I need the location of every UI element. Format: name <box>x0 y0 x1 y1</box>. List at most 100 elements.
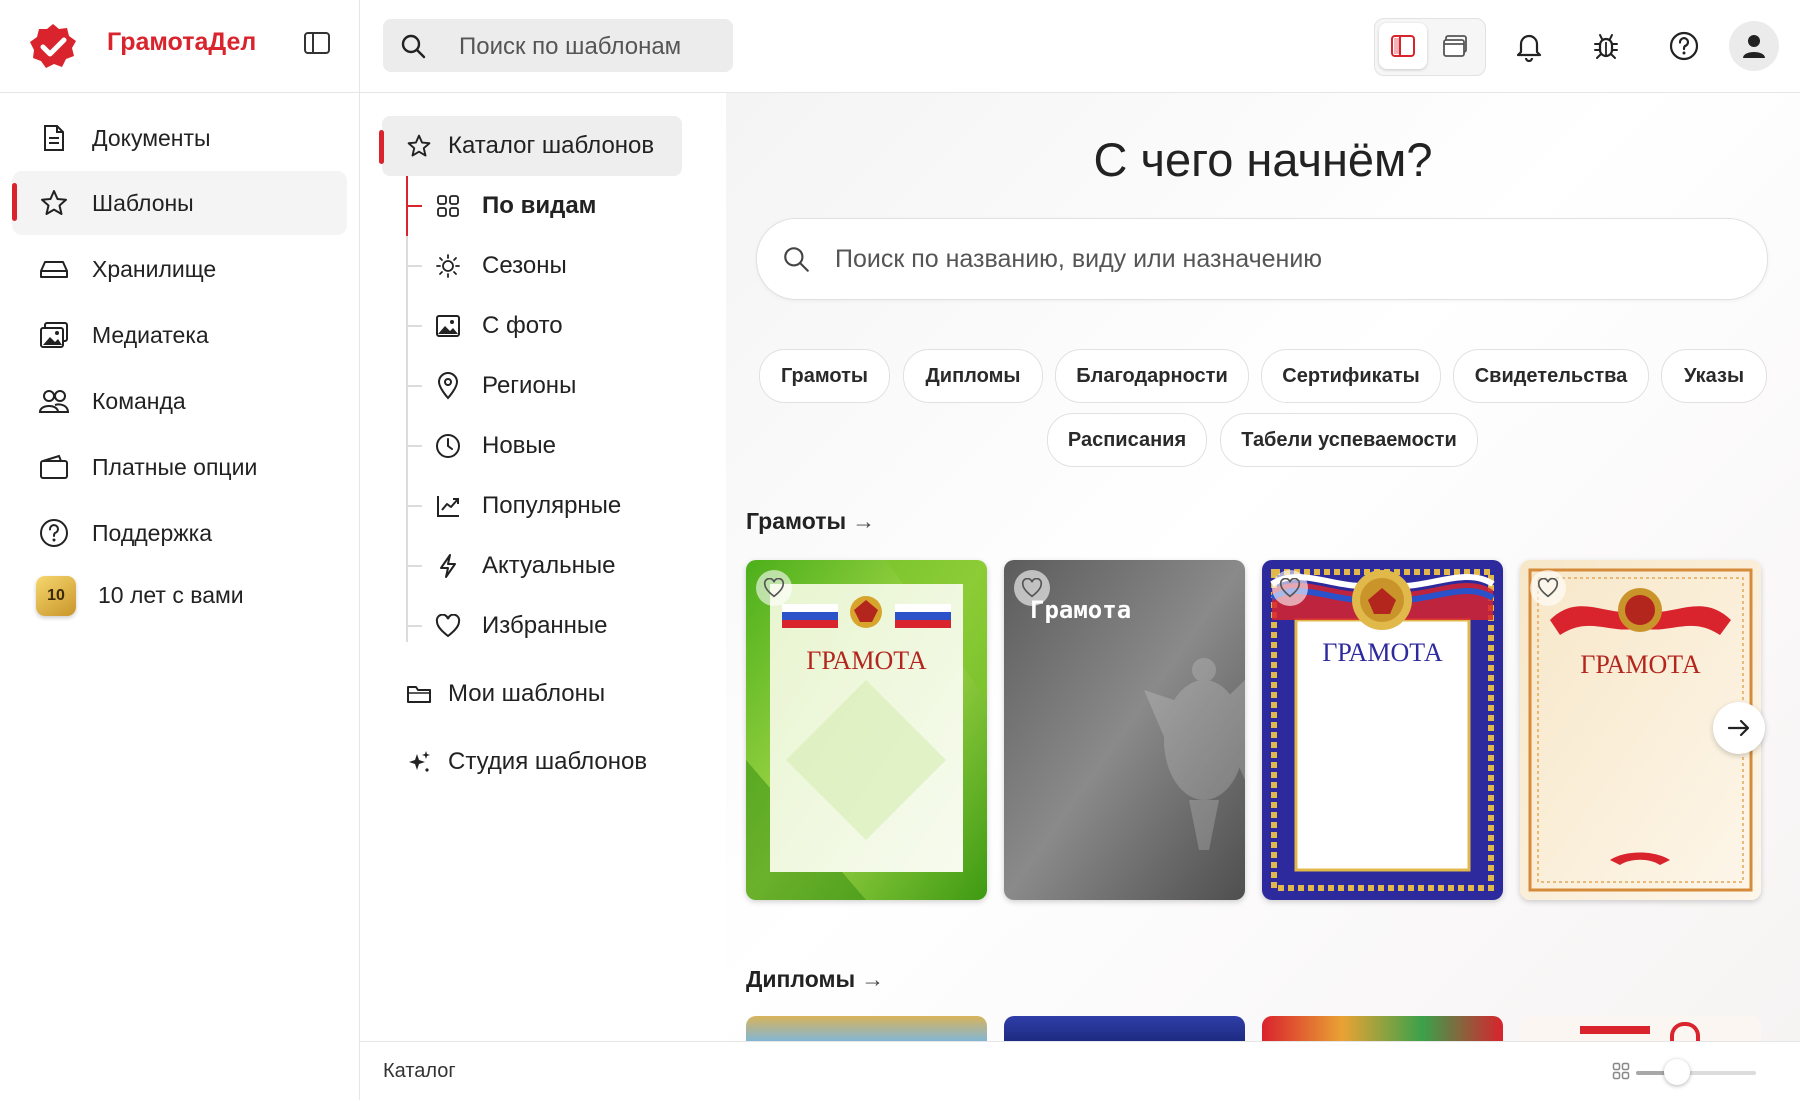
zoom-slider-thumb[interactable] <box>1664 1059 1691 1085</box>
chip-svidetelstva[interactable]: Свидетельства <box>1453 349 1649 403</box>
tree-tick <box>408 445 422 447</box>
bug-icon <box>1594 34 1618 59</box>
favorite-button[interactable] <box>756 570 792 606</box>
template-studio-label: Студия шаблонов <box>448 748 648 775</box>
arrow-right-icon: → <box>861 966 885 992</box>
sun-icon <box>433 251 463 281</box>
template-card[interactable]: ГРАМОТА <box>746 560 987 900</box>
template-card[interactable]: Грамота <box>1004 560 1245 900</box>
notifications-button[interactable] <box>1509 26 1549 66</box>
sidebar-item-label: Хранилище <box>92 256 217 282</box>
main-search-input[interactable]: Поиск по названию, виду или назначению <box>756 218 1768 300</box>
view-toggle <box>1374 18 1486 76</box>
window-view-button[interactable] <box>1431 23 1479 69</box>
photo-icon <box>433 311 463 341</box>
catalog-item-label: Регионы <box>482 372 577 399</box>
search-icon <box>401 34 426 59</box>
heart-icon <box>433 611 463 641</box>
tree-tick <box>408 505 422 507</box>
sidebar-item-templates[interactable]: Шаблоны <box>12 171 347 235</box>
diploma-card-preview[interactable] <box>1520 1016 1761 1042</box>
chip-diplomy[interactable]: Дипломы <box>903 349 1043 403</box>
clock-icon <box>433 431 463 461</box>
sparkle-icon <box>404 747 434 777</box>
template-studio-item[interactable]: Студия шаблонов <box>382 734 682 790</box>
sidebar-item-documents[interactable]: Документы <box>12 106 347 170</box>
sidebar-view-button[interactable] <box>1379 23 1427 69</box>
chip-tabeli[interactable]: Табели успеваемости <box>1220 413 1478 467</box>
diploma-card-preview[interactable] <box>746 1016 987 1042</box>
chip-raspisaniya[interactable]: Расписания <box>1047 413 1207 467</box>
catalog-item-with-photo[interactable]: С фото <box>430 298 690 354</box>
tree-tick <box>408 205 422 207</box>
search-placeholder: Поиск по названию, виду или назначению <box>835 245 1323 273</box>
sidebar-item-support[interactable]: Поддержка <box>12 501 347 565</box>
tree-tick <box>408 625 422 627</box>
catalog-item-favorites[interactable]: Избранные <box>430 598 690 654</box>
sidebar-item-label: Медиатека <box>92 322 209 348</box>
section-title-diplomy[interactable]: Дипломы → <box>746 966 884 993</box>
sidebar-item-paid-options[interactable]: Платные опции <box>12 435 347 499</box>
heart-icon <box>763 578 785 598</box>
catalog-item-regions[interactable]: Регионы <box>430 358 690 414</box>
wallet-icon <box>38 451 70 483</box>
section-title-gramoty[interactable]: Грамоты → <box>746 508 875 535</box>
folder-icon <box>404 679 434 709</box>
diploma-card-preview[interactable] <box>1262 1016 1503 1042</box>
location-icon <box>433 371 463 401</box>
arrow-right-icon: → <box>852 508 876 534</box>
bug-report-button[interactable] <box>1586 26 1626 66</box>
catalog-item-relevant[interactable]: Актуальные <box>430 538 690 594</box>
sidebar-item-media[interactable]: Медиатека <box>12 303 347 367</box>
catalog-item-by-type[interactable]: По видам <box>430 178 690 234</box>
bell-icon <box>1516 34 1542 62</box>
catalog-item-new[interactable]: Новые <box>430 418 690 474</box>
grid-icon[interactable] <box>1612 1062 1630 1080</box>
heart-icon <box>1279 578 1301 598</box>
sidebar-view-icon <box>1391 35 1415 57</box>
trend-icon <box>433 491 463 521</box>
template-card[interactable]: ГРАМОТА <box>1262 560 1503 900</box>
sidebar-item-team[interactable]: Команда <box>12 369 347 433</box>
card-title: ГРАМОТА <box>806 646 927 675</box>
card-decor <box>1580 1026 1650 1034</box>
user-avatar[interactable] <box>1729 21 1779 71</box>
heart-icon <box>1537 578 1559 598</box>
catalog-item-popular[interactable]: Популярные <box>430 478 690 534</box>
chip-sertifikaty[interactable]: Сертификаты <box>1261 349 1441 403</box>
favorite-button[interactable] <box>1272 570 1308 606</box>
chip-blagodarnosti[interactable]: Благодарности <box>1055 349 1249 403</box>
card-title: ГРАМОТА <box>1322 638 1443 667</box>
chip-ukazy[interactable]: Указы <box>1661 349 1767 403</box>
catalog-item-label: Актуальные <box>482 552 616 579</box>
catalog-root-label: Каталог шаблонов <box>448 132 655 159</box>
storage-icon <box>38 253 70 285</box>
app-logo[interactable] <box>28 22 78 72</box>
star-icon <box>404 131 434 161</box>
help-button[interactable] <box>1664 26 1704 66</box>
document-icon <box>38 122 70 154</box>
help-icon <box>1669 31 1699 61</box>
chip-gramoty[interactable]: Грамоты <box>759 349 890 403</box>
carousel-next-button[interactable] <box>1713 702 1765 754</box>
diploma-card-preview[interactable] <box>1004 1016 1245 1042</box>
sidebar-item-storage[interactable]: Хранилище <box>12 237 347 301</box>
my-templates-item[interactable]: Мои шаблоны <box>382 666 682 722</box>
team-icon <box>38 385 70 417</box>
status-bar: Каталог <box>360 1041 1800 1101</box>
tree-tick <box>408 565 422 567</box>
help-icon <box>38 517 70 549</box>
catalog-root-item[interactable]: Каталог шаблонов <box>382 118 682 174</box>
favorite-button[interactable] <box>1014 570 1050 606</box>
heart-icon <box>1021 578 1043 598</box>
sidebar-item-anniversary[interactable]: 10 10 лет с вами <box>12 563 347 627</box>
window-view-icon <box>1443 35 1467 57</box>
sidebar-item-label: Команда <box>92 388 186 414</box>
sidebar-collapse-icon[interactable] <box>302 30 336 60</box>
search-placeholder: Поиск по шаблонам <box>459 33 682 60</box>
favorite-button[interactable] <box>1530 570 1566 606</box>
zoom-slider[interactable] <box>1636 1059 1756 1085</box>
template-search-input[interactable]: Поиск по шаблонам <box>383 19 733 72</box>
section-title-text: Грамоты <box>746 508 847 534</box>
catalog-item-seasons[interactable]: Сезоны <box>430 238 690 294</box>
